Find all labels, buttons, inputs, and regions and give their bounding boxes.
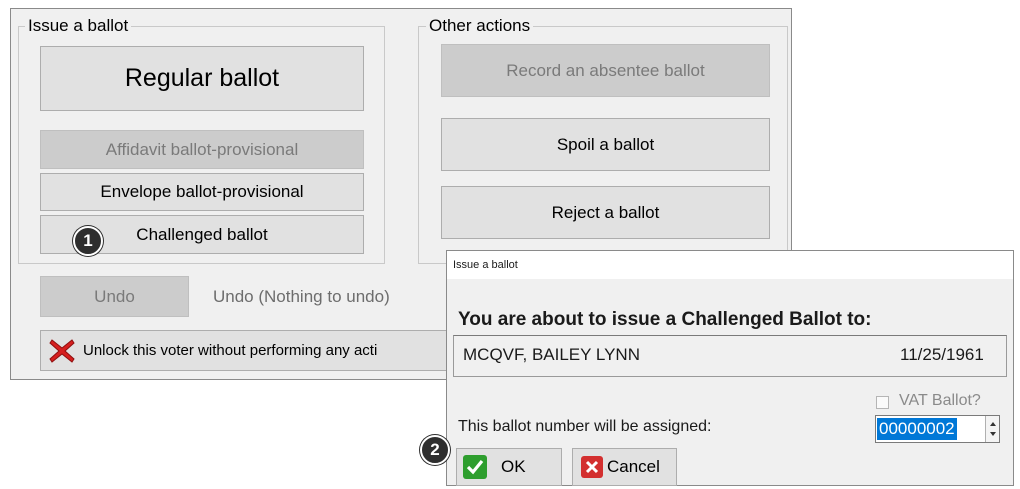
spoil-ballot-button[interactable]: Spoil a ballot bbox=[441, 118, 770, 171]
affidavit-ballot-button[interactable]: Affidavit ballot-provisional bbox=[40, 130, 364, 169]
issue-ballot-legend: Issue a ballot bbox=[25, 16, 132, 36]
ballot-number-spinner[interactable]: 00000002 bbox=[875, 415, 1000, 443]
cancel-label: Cancel bbox=[607, 457, 660, 476]
green-check-icon bbox=[463, 455, 487, 479]
step-marker-1: 1 bbox=[73, 226, 103, 256]
record-absentee-button[interactable]: Record an absentee ballot bbox=[441, 44, 770, 97]
red-x-icon bbox=[47, 336, 77, 366]
stepper-arrows-icon[interactable] bbox=[985, 416, 999, 442]
regular-ballot-button[interactable]: Regular ballot bbox=[40, 46, 364, 111]
ok-button[interactable]: OK bbox=[456, 448, 562, 486]
vat-ballot-label: VAT Ballot? bbox=[899, 392, 981, 409]
dialog-heading: You are about to issue a Challenged Ball… bbox=[458, 309, 872, 330]
envelope-ballot-button[interactable]: Envelope ballot-provisional bbox=[40, 173, 364, 211]
voter-name: MCQVF, BAILEY LYNN bbox=[463, 345, 640, 364]
unlock-voter-label: Unlock this voter without performing any… bbox=[83, 342, 378, 359]
ok-label: OK bbox=[501, 457, 526, 476]
dialog-title: Issue a ballot bbox=[447, 251, 1013, 279]
voter-dob: 11/25/1961 bbox=[900, 345, 984, 364]
other-actions-legend: Other actions bbox=[426, 16, 534, 36]
ballot-number-value[interactable]: 00000002 bbox=[877, 418, 957, 440]
step-marker-2: 2 bbox=[420, 435, 450, 465]
undo-status-text: Undo (Nothing to undo) bbox=[213, 287, 390, 306]
unlock-voter-button[interactable]: Unlock this voter without performing any… bbox=[40, 330, 460, 371]
red-x-box-icon bbox=[581, 456, 603, 478]
undo-button[interactable]: Undo bbox=[40, 276, 189, 317]
reject-ballot-button[interactable]: Reject a ballot bbox=[441, 186, 770, 239]
vat-ballot-checkbox[interactable] bbox=[876, 396, 889, 409]
cancel-button[interactable]: Cancel bbox=[572, 448, 677, 486]
ballot-number-label: This ballot number will be assigned: bbox=[458, 418, 712, 435]
